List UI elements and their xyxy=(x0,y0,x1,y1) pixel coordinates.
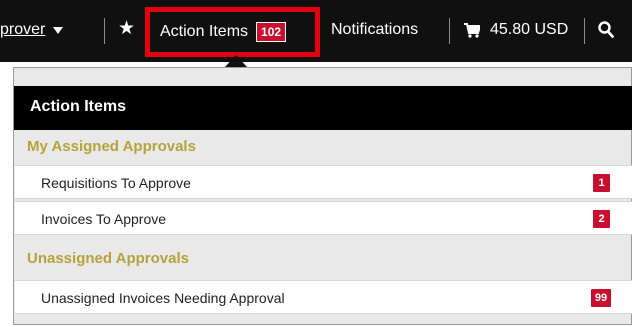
search-icon[interactable] xyxy=(598,21,614,43)
list-item-unassigned-invoices[interactable]: Unassigned Invoices Needing Approval 99 xyxy=(15,280,632,314)
role-label[interactable]: prover xyxy=(0,21,45,39)
page: prover ★ Action Items 102 Notifications … xyxy=(0,0,632,327)
divider xyxy=(104,18,105,44)
section-heading-my-assigned: My Assigned Approvals xyxy=(27,138,196,155)
list-item-requisitions-to-approve[interactable]: Requisitions To Approve 1 xyxy=(15,165,632,199)
action-items-count-badge: 102 xyxy=(256,22,287,42)
top-navigation-bar: prover ★ Action Items 102 Notifications … xyxy=(0,0,632,62)
action-items-dropdown: Action Items My Assigned Approvals Requi… xyxy=(13,67,632,325)
role-selector[interactable]: prover xyxy=(0,21,64,39)
caret-down-icon[interactable] xyxy=(53,26,64,34)
list-item-label[interactable]: Invoices To Approve xyxy=(41,211,166,227)
list-item-label[interactable]: Requisitions To Approve xyxy=(41,175,191,191)
divider xyxy=(449,18,450,44)
dropdown-title: Action Items xyxy=(30,98,127,115)
cart-total[interactable]: 45.80 USD xyxy=(490,21,568,39)
count-badge: 99 xyxy=(591,289,611,307)
action-items-button[interactable]: Action Items 102 xyxy=(145,7,320,57)
list-item-invoices-to-approve[interactable]: Invoices To Approve 2 xyxy=(15,201,632,235)
cart-icon[interactable] xyxy=(464,22,480,38)
divider xyxy=(584,18,585,44)
notifications-link[interactable]: Notifications xyxy=(331,21,418,39)
count-badge: 1 xyxy=(593,174,610,192)
action-items-label[interactable]: Action Items xyxy=(160,23,248,41)
cart-button[interactable]: 45.80 USD xyxy=(464,21,568,39)
section-heading-unassigned: Unassigned Approvals xyxy=(27,250,189,267)
star-icon[interactable]: ★ xyxy=(118,19,135,39)
list-item-label[interactable]: Unassigned Invoices Needing Approval xyxy=(41,290,285,306)
count-badge: 2 xyxy=(593,210,610,228)
dropdown-header: Action Items xyxy=(14,86,632,130)
dropdown-pointer xyxy=(225,55,247,67)
